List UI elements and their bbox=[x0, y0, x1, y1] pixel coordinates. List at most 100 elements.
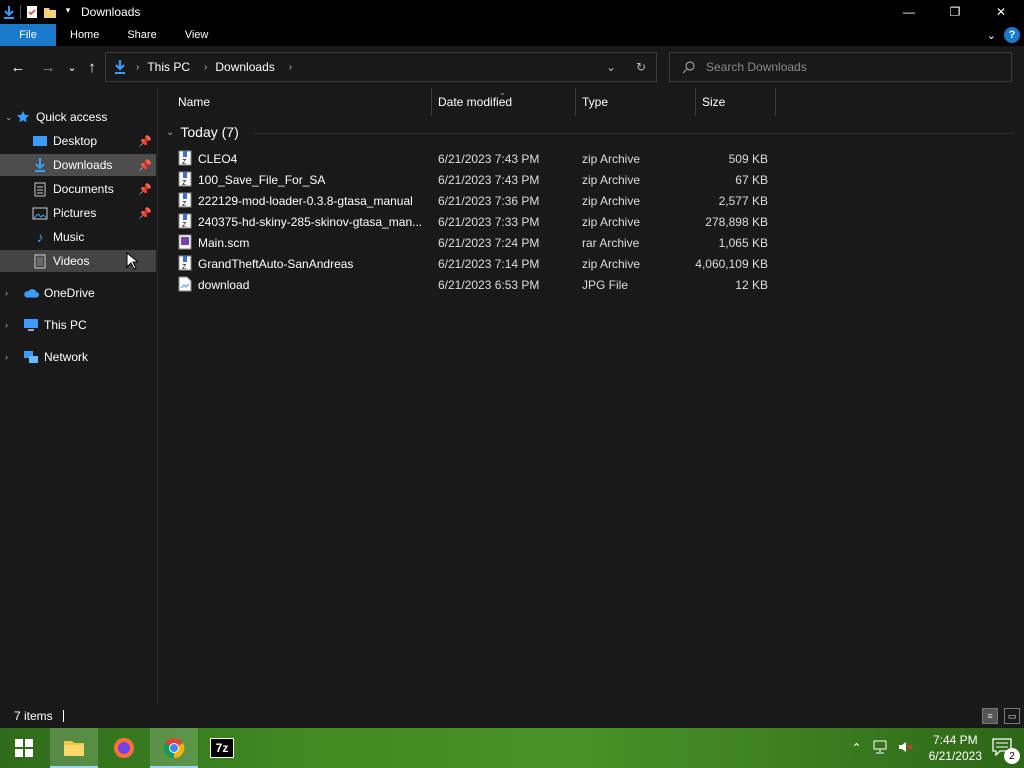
sidebar-item-label: Quick access bbox=[36, 110, 108, 124]
file-row[interactable]: Z 240375-hd-skiny-285-skinov-gtasa_man...… bbox=[172, 211, 776, 232]
start-icon bbox=[15, 739, 33, 757]
expand-ribbon-icon[interactable]: ⌄ bbox=[987, 29, 996, 42]
svg-text:Z: Z bbox=[182, 201, 187, 208]
breadcrumb-downloads[interactable]: Downloads bbox=[215, 60, 274, 74]
details-view-icon[interactable]: ≡ bbox=[982, 708, 998, 724]
clock[interactable]: 7:44 PM 6/21/2023 bbox=[929, 732, 982, 764]
file-size: 1,065 KB bbox=[718, 236, 768, 250]
customize-qat-icon[interactable]: ▾ bbox=[61, 5, 75, 19]
collapse-group-icon[interactable]: ⌄ bbox=[166, 127, 174, 138]
sidebar-item-desktop[interactable]: Desktop 📌 bbox=[0, 130, 156, 152]
zip-archive-icon: Z bbox=[178, 150, 192, 166]
sidebar-item-music[interactable]: ♪ Music bbox=[0, 226, 156, 248]
zip-archive-icon: Z bbox=[178, 192, 192, 208]
up-button[interactable]: ↑ bbox=[82, 57, 102, 77]
file-row[interactable]: Z 222129-mod-loader-0.3.8-gtasa_manual 6/2… bbox=[172, 190, 776, 211]
file-row[interactable]: download 6/21/2023 6:53 PM JPG File 12 KB bbox=[172, 274, 776, 295]
taskbar-file-explorer[interactable] bbox=[50, 728, 98, 768]
svg-text:Z: Z bbox=[182, 159, 187, 166]
minimize-button[interactable]: — bbox=[886, 0, 932, 24]
chrome-icon bbox=[163, 738, 185, 759]
expand-icon[interactable]: › bbox=[5, 288, 15, 298]
window-controls: — ❐ ✕ bbox=[886, 0, 1024, 24]
file-row[interactable]: Z 100_Save_File_For_SA 6/21/2023 7:43 PM zi… bbox=[172, 169, 776, 190]
group-header-today[interactable]: ⌄ Today (7) bbox=[166, 124, 239, 140]
chevron-right-icon[interactable]: › bbox=[289, 62, 292, 73]
sort-indicator-icon: ⌄ bbox=[499, 88, 506, 97]
file-size: 509 KB bbox=[728, 152, 768, 166]
sidebar-item-label: OneDrive bbox=[44, 286, 95, 300]
file-row[interactable]: Z CLEO4 6/21/2023 7:43 PM zip Archive 509 KB bbox=[172, 148, 776, 169]
mouse-cursor-icon bbox=[126, 251, 140, 273]
sidebar-item-this-pc[interactable]: › This PC bbox=[0, 314, 156, 336]
show-hidden-icons-icon[interactable]: ⌃ bbox=[852, 741, 862, 755]
taskbar-firefox[interactable] bbox=[100, 728, 148, 768]
file-type: JPG File bbox=[582, 278, 629, 292]
breadcrumb-this-pc[interactable]: This PC bbox=[147, 60, 190, 74]
file-size: 2,577 KB bbox=[718, 194, 768, 208]
tab-share[interactable]: Share bbox=[113, 24, 170, 46]
sidebar-item-pictures[interactable]: Pictures 📌 bbox=[0, 202, 156, 224]
refresh-icon[interactable]: ↻ bbox=[626, 60, 656, 74]
volume-muted-icon[interactable] bbox=[898, 740, 914, 757]
file-name: GrandTheftAuto-SanAndreas bbox=[198, 257, 354, 271]
navigation-bar: ← → ⌄ ↑ › This PC › Downloads › ⌄ ↻ bbox=[0, 46, 1024, 88]
svg-text:Z: Z bbox=[182, 180, 187, 187]
forward-button[interactable]: → bbox=[38, 57, 58, 77]
properties-icon[interactable] bbox=[25, 5, 39, 19]
file-date-modified: 6/21/2023 7:33 PM bbox=[438, 215, 540, 229]
column-header-type[interactable]: Type bbox=[576, 88, 696, 116]
large-icons-view-icon[interactable]: ▭ bbox=[1004, 708, 1020, 724]
address-bar-actions: ⌄ ↻ bbox=[596, 53, 656, 81]
chevron-right-icon[interactable]: › bbox=[136, 62, 139, 73]
search-input[interactable] bbox=[706, 60, 1006, 74]
svg-text:Z: Z bbox=[182, 222, 187, 229]
sidebar-item-network[interactable]: › Network bbox=[0, 346, 156, 368]
expand-icon[interactable]: › bbox=[5, 320, 15, 330]
sidebar-item-downloads[interactable]: Downloads 📌 bbox=[0, 154, 156, 176]
help-icon[interactable]: ? bbox=[1004, 27, 1020, 43]
close-button[interactable]: ✕ bbox=[978, 0, 1024, 24]
sidebar-item-label: Desktop bbox=[53, 134, 98, 148]
action-center-button[interactable]: 2 bbox=[992, 738, 1020, 764]
file-row[interactable]: Main.scm 6/21/2023 7:24 PM rar Archive 1,06… bbox=[172, 232, 776, 253]
back-button[interactable]: ← bbox=[8, 57, 28, 77]
column-header-size[interactable]: Size bbox=[696, 88, 776, 116]
ribbon-right-controls: ⌄ ? bbox=[987, 24, 1020, 46]
file-type: zip Archive bbox=[582, 194, 641, 208]
search-box[interactable] bbox=[669, 52, 1012, 82]
file-size: 12 KB bbox=[735, 278, 768, 292]
address-bar[interactable]: › This PC › Downloads › ⌄ ↻ bbox=[105, 52, 657, 82]
expand-icon[interactable]: › bbox=[5, 352, 15, 362]
item-count: 7 items bbox=[14, 709, 53, 723]
sidebar-item-quick-access[interactable]: ⌄ Quick access bbox=[0, 106, 156, 128]
file-list-pane: Name Date modified ⌄ Type Size ⌄ Today (… bbox=[158, 88, 1024, 704]
chevron-right-icon[interactable]: › bbox=[204, 62, 207, 73]
status-separator bbox=[62, 710, 64, 722]
cloud-icon bbox=[23, 285, 39, 301]
file-date-modified: 6/21/2023 7:24 PM bbox=[438, 236, 540, 250]
new-folder-icon[interactable] bbox=[43, 5, 57, 19]
sidebar-item-label: This PC bbox=[44, 318, 87, 332]
taskbar-chrome[interactable] bbox=[150, 728, 198, 768]
documents-icon bbox=[32, 181, 48, 197]
sidebar-item-label: Documents bbox=[53, 182, 114, 196]
network-status-icon[interactable] bbox=[872, 740, 888, 757]
tab-home[interactable]: Home bbox=[56, 24, 113, 46]
svg-text:Z: Z bbox=[182, 264, 187, 271]
restore-button[interactable]: ❐ bbox=[932, 0, 978, 24]
start-button[interactable] bbox=[0, 728, 48, 768]
recent-locations-button[interactable]: ⌄ bbox=[62, 57, 82, 77]
tab-file[interactable]: File bbox=[0, 24, 56, 46]
sidebar-item-documents[interactable]: Documents 📌 bbox=[0, 178, 156, 200]
file-explorer-icon bbox=[64, 741, 84, 756]
ribbon-tabs: File Home Share View ⌄ ? bbox=[0, 24, 1024, 46]
file-row[interactable]: Z GrandTheftAuto-SanAndreas 6/21/2023 7:14… bbox=[172, 253, 776, 274]
sidebar-item-onedrive[interactable]: › OneDrive bbox=[0, 282, 156, 304]
taskbar-7zip[interactable]: 7z bbox=[198, 728, 246, 768]
address-dropdown-icon[interactable]: ⌄ bbox=[596, 60, 626, 74]
expand-icon[interactable]: ⌄ bbox=[5, 112, 15, 123]
column-header-name[interactable]: Name bbox=[172, 88, 432, 116]
window-title: Downloads bbox=[81, 5, 141, 19]
tab-view[interactable]: View bbox=[171, 24, 223, 46]
